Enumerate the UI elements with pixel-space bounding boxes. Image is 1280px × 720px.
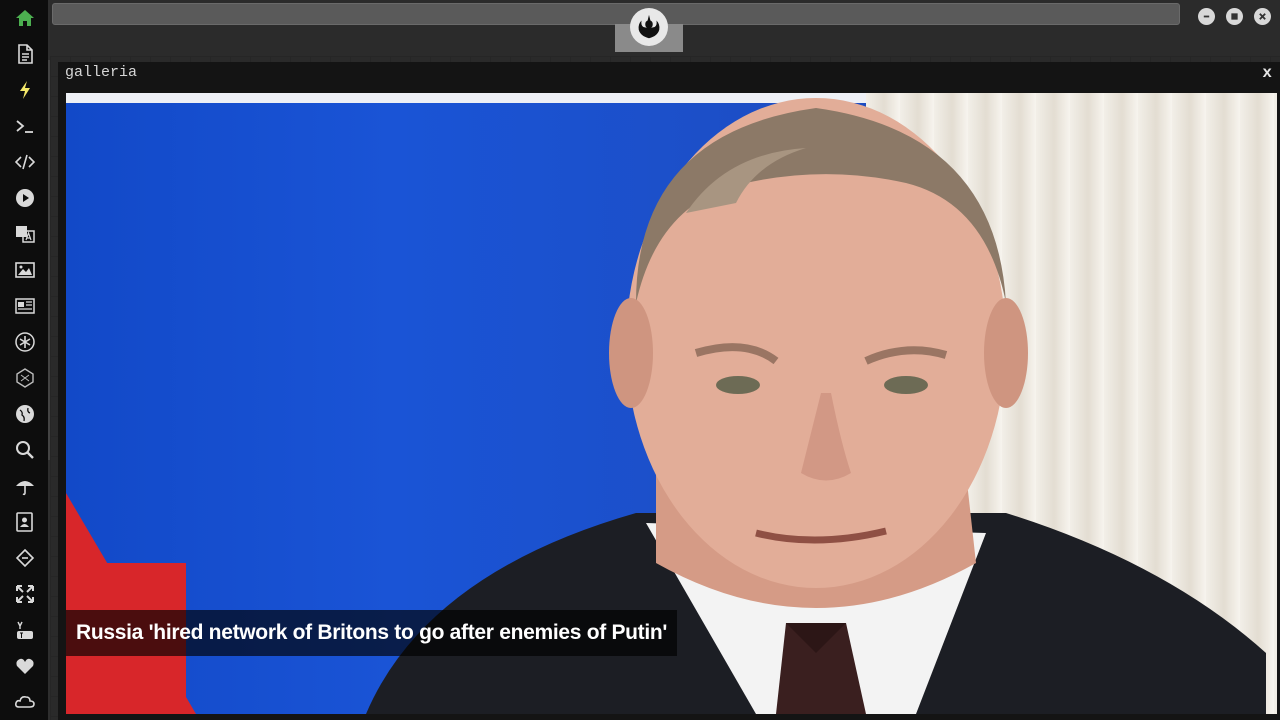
translate-icon[interactable] <box>11 220 39 248</box>
address-bar[interactable] <box>52 3 1180 25</box>
photo-caption: Russia 'hired network of Britons to go a… <box>66 610 678 656</box>
expand-icon[interactable] <box>11 580 39 608</box>
contacts-icon[interactable] <box>11 508 39 536</box>
hexagon-icon[interactable] <box>11 364 39 392</box>
cloud-icon[interactable] <box>11 688 39 716</box>
youtube-icon[interactable] <box>11 616 39 644</box>
window-close-button[interactable]: x <box>1262 64 1272 82</box>
document-icon[interactable] <box>11 40 39 68</box>
close-window-button[interactable] <box>1254 8 1271 25</box>
window-title: galleria <box>65 64 138 81</box>
minimize-button[interactable] <box>1198 8 1215 25</box>
asterisk-icon[interactable] <box>11 328 39 356</box>
globe-icon[interactable] <box>11 400 39 428</box>
image-icon[interactable] <box>11 256 39 284</box>
code-icon[interactable] <box>11 148 39 176</box>
search-icon[interactable] <box>11 436 39 464</box>
news-icon[interactable] <box>11 292 39 320</box>
maximize-button[interactable] <box>1226 8 1243 25</box>
rebel-logo-icon[interactable] <box>630 8 668 46</box>
home-icon[interactable] <box>11 4 39 32</box>
heart-icon[interactable] <box>11 652 39 680</box>
terminal-icon[interactable] <box>11 112 39 140</box>
play-icon[interactable] <box>11 184 39 212</box>
sidebar <box>0 0 50 720</box>
top-bar <box>50 0 1280 56</box>
code-diamond-icon[interactable] <box>11 544 39 572</box>
lightning-icon[interactable] <box>11 76 39 104</box>
umbrella-icon[interactable] <box>11 472 39 500</box>
